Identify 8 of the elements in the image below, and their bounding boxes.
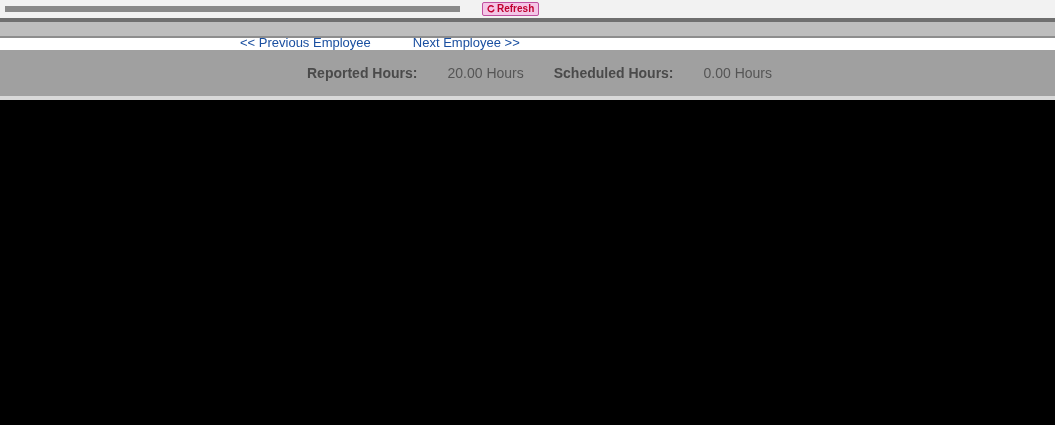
hours-value: 0.00 Hours <box>703 63 772 83</box>
refresh-icon <box>487 5 495 13</box>
hours-value: 20.00 Hours <box>447 63 524 83</box>
hours-label: Scheduled Hours: <box>553 63 674 83</box>
hours-label: Reported Hours: <box>307 63 418 83</box>
next-employee-link[interactable]: Next Employee >> <box>412 36 520 50</box>
previous-employee-link[interactable]: << Previous Employee <box>240 36 371 50</box>
refresh-button[interactable]: Refresh <box>482 2 540 16</box>
